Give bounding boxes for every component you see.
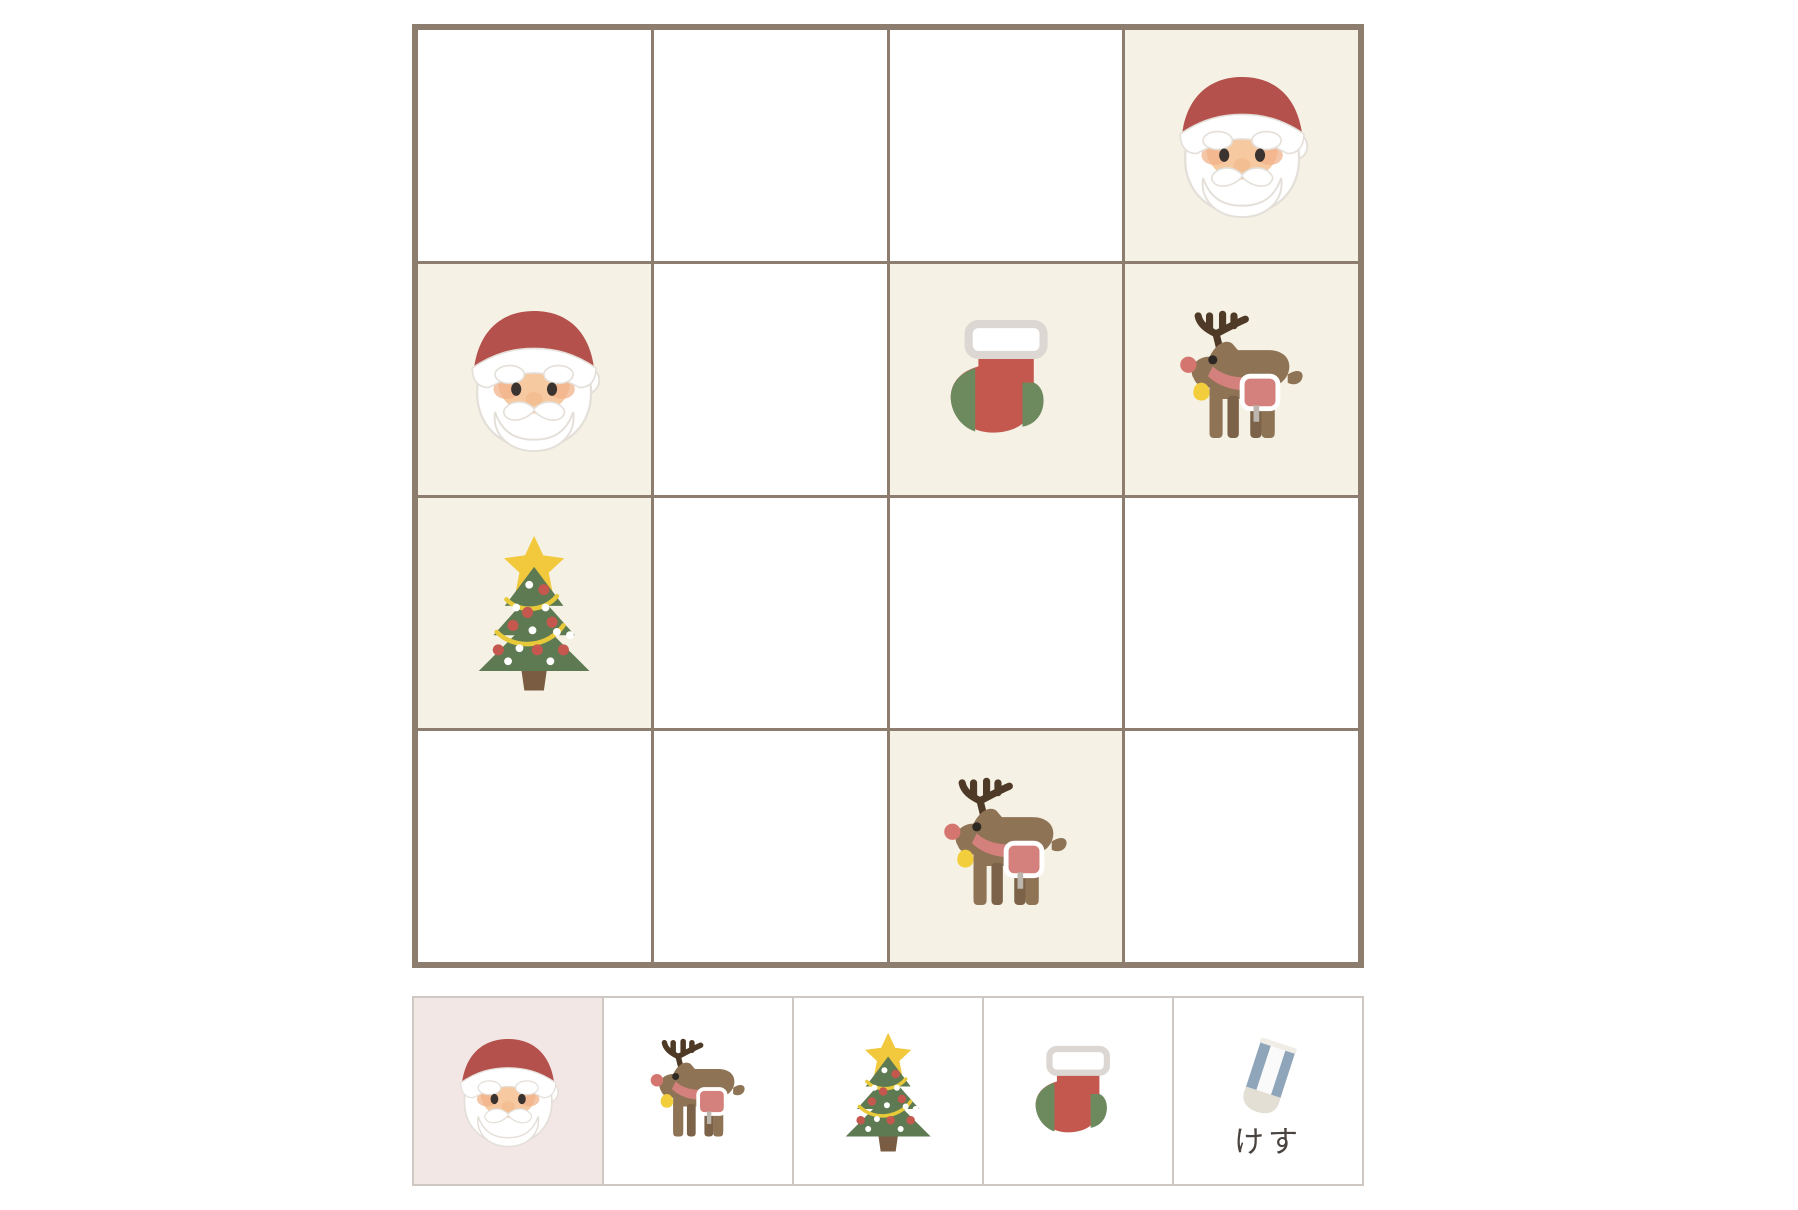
reindeer-icon bbox=[623, 1017, 773, 1166]
palette-item-eraser[interactable]: けす bbox=[1174, 998, 1362, 1184]
eraser-icon bbox=[1213, 1024, 1322, 1132]
palette-item-label: けす bbox=[1234, 1124, 1302, 1160]
grid-cell-r1c3[interactable] bbox=[889, 30, 1123, 261]
santa-icon bbox=[433, 1017, 583, 1166]
grid-cell-r2c2[interactable] bbox=[653, 263, 887, 495]
stocking-icon bbox=[908, 282, 1104, 476]
grid-cell-r2c1[interactable] bbox=[418, 263, 651, 495]
grid-cell-r4c2[interactable] bbox=[653, 731, 887, 962]
grid-cell-r4c4[interactable] bbox=[1125, 731, 1358, 962]
stocking-icon bbox=[1003, 1017, 1153, 1166]
grid-cell-r3c4[interactable] bbox=[1125, 497, 1358, 729]
app-root: けす bbox=[0, 0, 1798, 1210]
grid-cell-r2c3[interactable] bbox=[889, 263, 1123, 495]
palette-item-stocking[interactable] bbox=[984, 998, 1172, 1184]
reindeer-icon bbox=[1144, 282, 1340, 476]
tree-icon bbox=[437, 516, 633, 710]
reindeer-icon bbox=[908, 750, 1104, 944]
grid-cell-r2c4[interactable] bbox=[1125, 263, 1358, 495]
grid-cell-r3c3[interactable] bbox=[889, 497, 1123, 729]
grid-cell-r1c2[interactable] bbox=[653, 30, 887, 261]
palette-item-tree[interactable] bbox=[794, 998, 982, 1184]
grid-cell-r1c1[interactable] bbox=[418, 30, 651, 261]
santa-icon bbox=[1144, 48, 1340, 242]
puzzle-grid bbox=[412, 24, 1364, 968]
grid-cell-r4c3[interactable] bbox=[889, 731, 1123, 962]
palette-toolbar: けす bbox=[412, 996, 1364, 1186]
grid-cell-r4c1[interactable] bbox=[418, 731, 651, 962]
palette-item-reindeer[interactable] bbox=[604, 998, 792, 1184]
santa-icon bbox=[437, 282, 633, 476]
palette-item-santa[interactable] bbox=[414, 998, 602, 1184]
grid-cell-r1c4[interactable] bbox=[1125, 30, 1358, 261]
grid-cell-r3c1[interactable] bbox=[418, 497, 651, 729]
grid-cell-r3c2[interactable] bbox=[653, 497, 887, 729]
tree-icon bbox=[813, 1017, 963, 1166]
